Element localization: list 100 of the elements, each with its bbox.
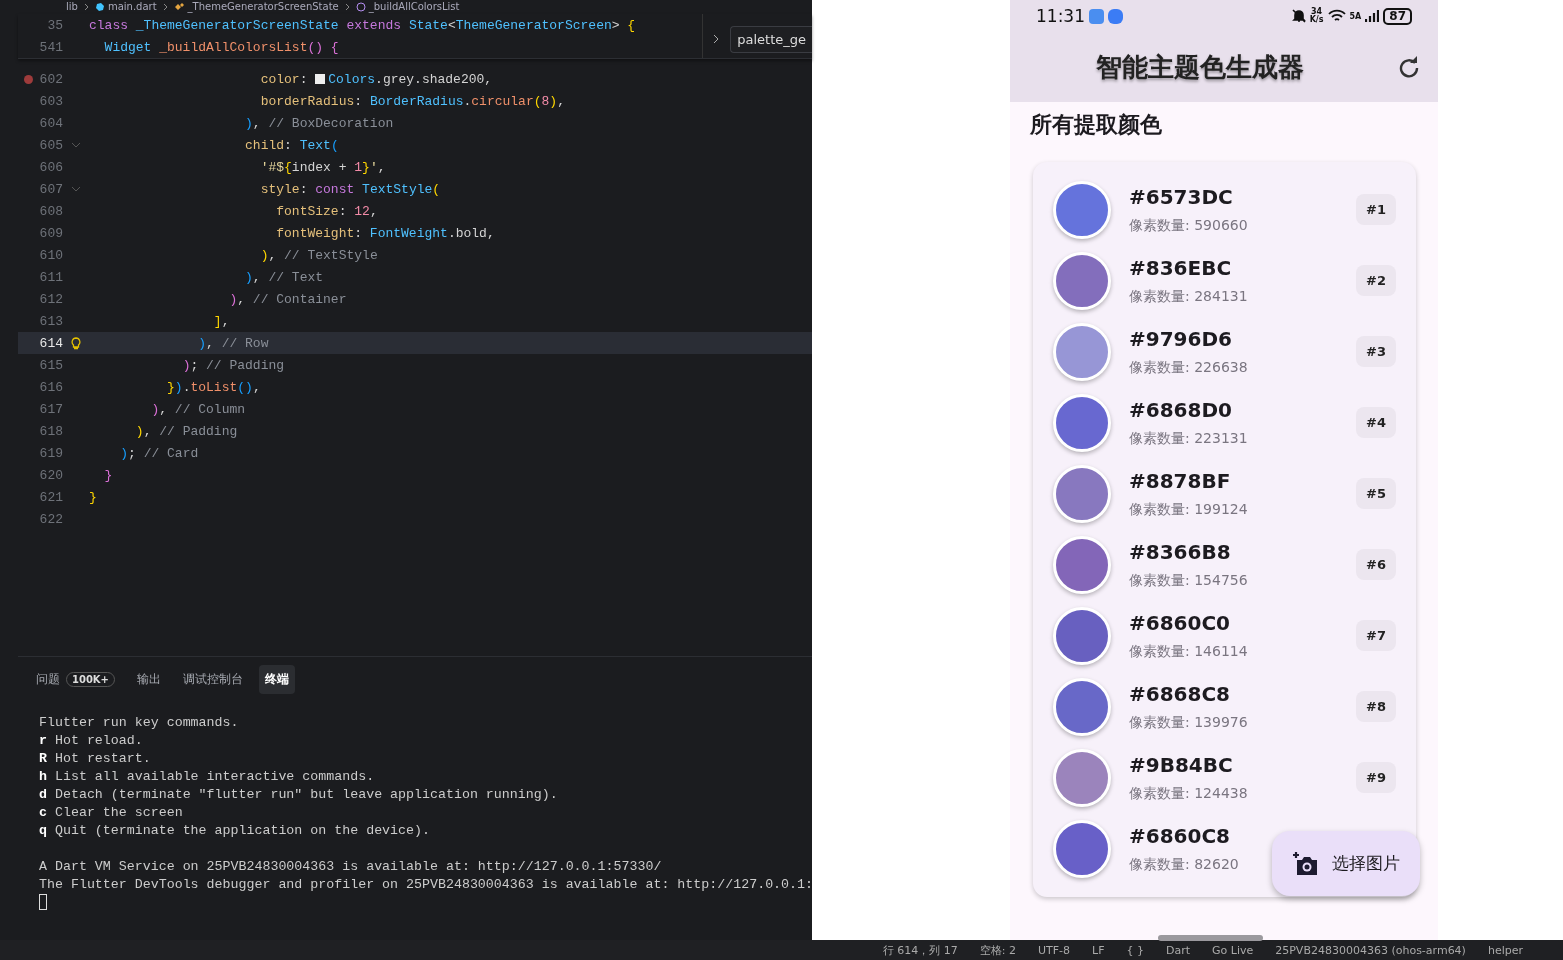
code-line: ), // Row — [198, 335, 269, 351]
code-line: child: Text( — [245, 137, 339, 153]
line-number: 618 — [39, 423, 63, 439]
network-type: 5A — [1349, 11, 1362, 21]
app-title: 智能主题色生成器 — [1096, 50, 1304, 84]
line-number: 617 — [39, 401, 63, 417]
breadcrumb-item[interactable]: lib — [66, 1, 78, 13]
code-line: ); // Padding — [182, 357, 285, 373]
code-line: '#${index + 1}', — [260, 159, 386, 175]
bell-off-icon — [1291, 9, 1306, 23]
breakpoint-icon[interactable] — [24, 74, 33, 84]
chevron-right-icon — [83, 3, 89, 11]
line-number: 608 — [39, 203, 63, 219]
rank-badge: #9 — [1356, 762, 1396, 793]
code-line: ), // BoxDecoration — [245, 115, 394, 131]
panel-tab[interactable]: 问题 100K+ — [30, 665, 121, 694]
rank-badge: #4 — [1356, 407, 1396, 438]
breadcrumb-item[interactable]: main.dart — [107, 1, 157, 13]
line-number: 611 — [39, 269, 63, 285]
code-line: fontWeight: FontWeight.bold, — [276, 225, 495, 241]
code-line: fontSize: 12, — [276, 203, 378, 219]
chevron-right-icon — [344, 3, 350, 11]
color-hex: #836EBC — [1129, 255, 1232, 280]
line-number: 607 — [39, 181, 63, 197]
pixel-count: 像素数量: 139976 — [1129, 713, 1248, 732]
line-number: 612 — [39, 291, 63, 307]
line-number: 620 — [39, 467, 63, 483]
color-hex: #6868D0 — [1129, 397, 1232, 422]
code-line: ); // Card — [120, 445, 199, 461]
pixel-count: 像素数量: 226638 — [1129, 358, 1248, 377]
status-item[interactable]: 25PVB24830004363 (ohos-arm64) — [1275, 943, 1466, 957]
editor-tab[interactable]: palette_ge — [730, 25, 812, 53]
panel-tab[interactable]: 输出 — [131, 665, 167, 694]
signal-icon — [1365, 9, 1380, 23]
code-line: } — [104, 467, 113, 483]
pixel-count: 像素数量: 146114 — [1129, 642, 1248, 661]
add-camera-icon — [1292, 851, 1320, 876]
code-line: ], — [213, 313, 230, 329]
pixel-count: 像素数量: 154756 — [1129, 571, 1248, 590]
line-number: 602 — [39, 71, 63, 87]
line-number: 619 — [39, 445, 63, 461]
line-number: 605 — [39, 137, 63, 153]
panel-tab[interactable]: 调试控制台 — [177, 665, 249, 694]
code-line: color: Colors.grey.shade200, — [260, 71, 493, 87]
line-number: 603 — [39, 93, 63, 109]
line-number: 616 — [39, 379, 63, 395]
panel-tab[interactable]: 终端 — [259, 665, 295, 694]
rank-badge: #7 — [1356, 620, 1396, 651]
code-line: } — [89, 489, 97, 505]
code-line: class _ThemeGeneratorScreenState extends State<ThemeGeneratorScreen> { — [89, 17, 636, 33]
status-item[interactable]: 行 614，列 17 — [882, 942, 958, 958]
line-number: 606 — [39, 159, 63, 175]
status-item[interactable]: { } — [1126, 943, 1144, 957]
line-number: 614 — [39, 335, 63, 351]
line-number: 610 — [39, 247, 63, 263]
class-icon — [173, 2, 185, 12]
section-title: 所有提取颜色 — [1029, 111, 1163, 139]
chevron-right-icon[interactable] — [713, 34, 721, 44]
color-hex: #8878BF — [1129, 468, 1231, 493]
pick-image-button[interactable]: 选择图片 — [1272, 831, 1420, 896]
color-hex: #8366B8 — [1129, 539, 1231, 564]
status-item[interactable]: LF — [1092, 943, 1105, 957]
code-line: ), // Padding — [135, 423, 238, 439]
status-item[interactable]: UTF-8 — [1037, 943, 1070, 957]
line-number: 604 — [39, 115, 63, 131]
pixel-count: 像素数量: 82620 — [1129, 855, 1239, 874]
terminal-cursor — [39, 894, 47, 910]
line-number: 609 — [39, 225, 63, 241]
dart-file-icon — [94, 2, 105, 12]
pixel-count: 像素数量: 124438 — [1129, 784, 1248, 803]
code-line: borderRadius: BorderRadius.circular(8), — [260, 93, 565, 109]
method-icon — [355, 2, 366, 12]
refresh-icon[interactable] — [1398, 56, 1420, 78]
status-item[interactable]: 空格: 2 — [979, 942, 1016, 958]
terminal-line: r Hot reload. — [39, 733, 143, 748]
status-time: 11:31 — [1036, 6, 1085, 26]
lightbulb-icon[interactable] — [71, 336, 81, 350]
color-hex: #9796D6 — [1129, 326, 1232, 351]
breadcrumb-item[interactable]: _buildAllColorsList — [368, 1, 460, 13]
rank-badge: #2 — [1356, 265, 1396, 296]
line-number: 615 — [39, 357, 63, 373]
status-item[interactable]: helper — [1487, 943, 1523, 957]
status-item[interactable]: Go Live — [1212, 943, 1254, 957]
chevron-right-icon — [162, 3, 168, 11]
terminal-line: R Hot restart. — [39, 751, 151, 766]
line-number: 613 — [39, 313, 63, 329]
status-item[interactable]: Dart — [1165, 943, 1190, 957]
line-number: 35 — [47, 17, 63, 33]
terminal-line: The Flutter DevTools debugger and profiler on 25PVB24830004363 is available at: http://127.0.0.1: — [39, 877, 812, 892]
code-line: style: const TextStyle( — [260, 181, 441, 197]
line-number: 541 — [39, 39, 63, 55]
color-hex: #6860C8 — [1129, 823, 1230, 848]
color-hex: #6860C0 — [1129, 610, 1230, 635]
line-number: 621 — [39, 489, 63, 505]
terminal-line: c Clear the screen — [39, 805, 183, 820]
color-hex: #9B84BC — [1129, 752, 1233, 777]
battery-level: 87 — [1383, 7, 1412, 25]
network-speed: 34 — [1311, 8, 1323, 16]
code-line: Widget _buildAllColorsList() { — [104, 39, 339, 55]
breadcrumb-item[interactable]: _ThemeGeneratorScreenState — [187, 1, 339, 13]
